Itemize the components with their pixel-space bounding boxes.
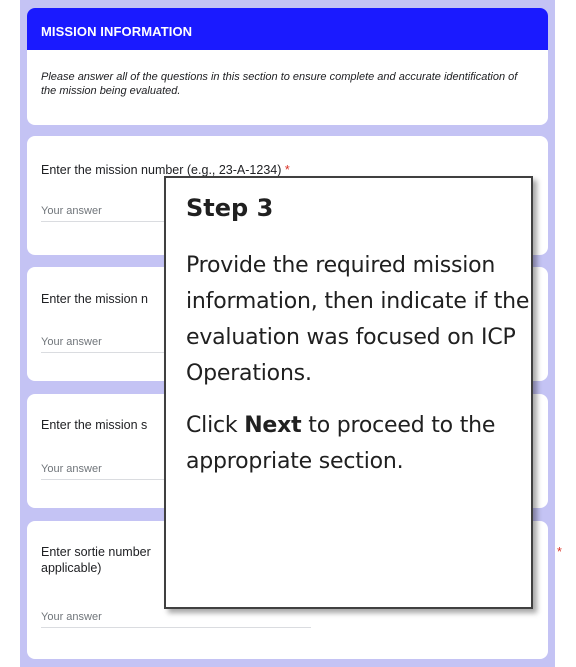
callout-title: Step 3 xyxy=(186,194,274,222)
question-label-line2: applicable) xyxy=(41,561,102,575)
section-header-card: MISSION INFORMATION Please answer all of… xyxy=(27,8,548,125)
callout-paragraph-1: Provide the required mission information… xyxy=(186,253,530,386)
question-label: Enter the mission n xyxy=(41,292,148,306)
question-label: Enter the mission s xyxy=(41,418,148,432)
next-keyword: Next xyxy=(244,413,302,438)
section-description: Please answer all of the questions in th… xyxy=(41,71,518,97)
required-asterisk: * xyxy=(284,163,290,177)
required-asterisk: * xyxy=(557,545,562,559)
callout-paragraph-2: Click Next to proceed to the appropriate… xyxy=(186,408,531,480)
callout-text: Click xyxy=(186,413,245,438)
instruction-callout: Step 3 Provide the required mission info… xyxy=(164,176,533,609)
answer-input[interactable]: Your answer xyxy=(41,608,311,628)
question-label-text: Enter the mission number (e.g., 23-A-123… xyxy=(41,163,282,177)
section-title: MISSION INFORMATION xyxy=(27,8,548,50)
question-label-text: Enter sortie number xyxy=(41,545,151,559)
